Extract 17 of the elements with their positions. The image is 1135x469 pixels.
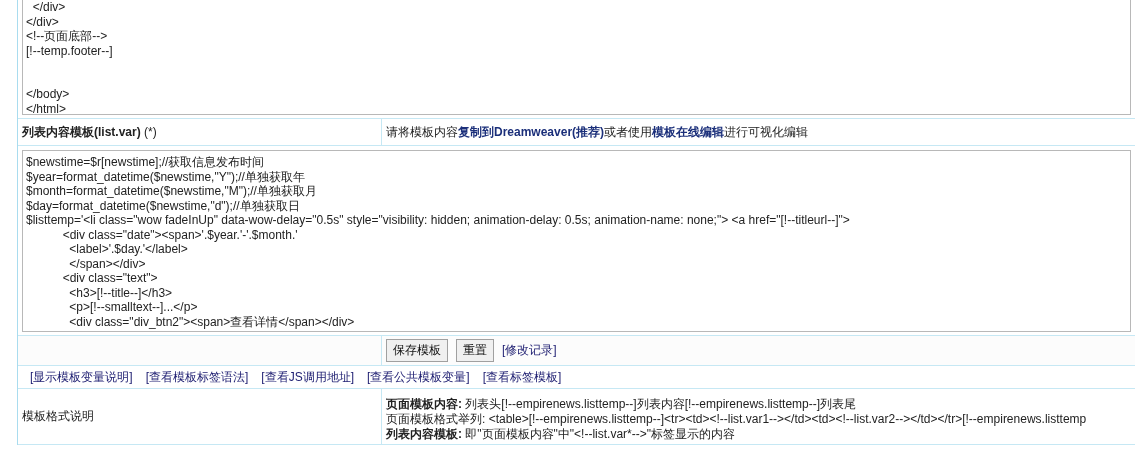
help-link[interactable]: [查看标签模板] bbox=[482, 368, 562, 386]
code-editor[interactable]: $newstime=$r[newstime];//获取信息发布时间 $year=format_datetime($newstime,"Y");//单独获取年 $month=format_datetime($newstime,"M");//单独获取月 $day=format_datetime($newstime,"d");//单独获取日 $listtemp='<li class="wow fadeInUp" data-wow-delay="0.5s" style="visibility: hidden; animation-delay: 0.5s; animation-name: none;"> <a href="[!--titleurl--]"> <div class="date"><span>'.$year.'-'.$month.' <label>'.$day.'</label> </span></div> <div class="text"> <h3>[!--title--]</h3> <p>[!--smalltext--]...</p> <div class="div_btn2"><span>查看详情</span></div> bbox=[22, 150, 1131, 332]
code-editor[interactable]: </div> </div> <!--页面底部--> [!--temp.footer--] </body> </html> bbox=[22, 0, 1131, 115]
hint-text: 请将模板内容复制到Dreamweaver(推荐)或者使用模板在线编辑进行可视化编辑 bbox=[386, 123, 809, 141]
help-link[interactable]: [显示模板变量说明] bbox=[30, 368, 133, 386]
field-label: 模板格式说明 bbox=[22, 408, 94, 425]
history-link[interactable]: [修改记录] bbox=[502, 342, 557, 359]
description-text: 页面模板内容: 列表头[!--empirenews.listtemp--]列表内容[!--empirenews.listtemp--]列表尾 bbox=[386, 397, 858, 412]
field-label: 列表内容模板(list.var) bbox=[22, 123, 141, 141]
help-link[interactable]: [查看JS调用地址] bbox=[261, 368, 354, 386]
save-button[interactable]: 保存模板 bbox=[386, 339, 448, 362]
help-link[interactable]: [查看模板标签语法] bbox=[145, 368, 249, 386]
reset-button[interactable]: 重置 bbox=[456, 339, 494, 362]
description-text: 页面模板格式举列: <table>[!--empirenews.listtemp--]<tr><td><!--list.var1--></td><td><!--list.var2--></td></tr>[!--empirenews.listtemp bbox=[386, 412, 1088, 427]
help-link[interactable]: [查看公共模板变量] bbox=[367, 368, 470, 386]
description-text: 列表内容模板: 即"页面模板内容"中"<!--list.var*-->"标签显示的内容 bbox=[386, 427, 737, 442]
required-mark: (*) bbox=[144, 125, 157, 139]
